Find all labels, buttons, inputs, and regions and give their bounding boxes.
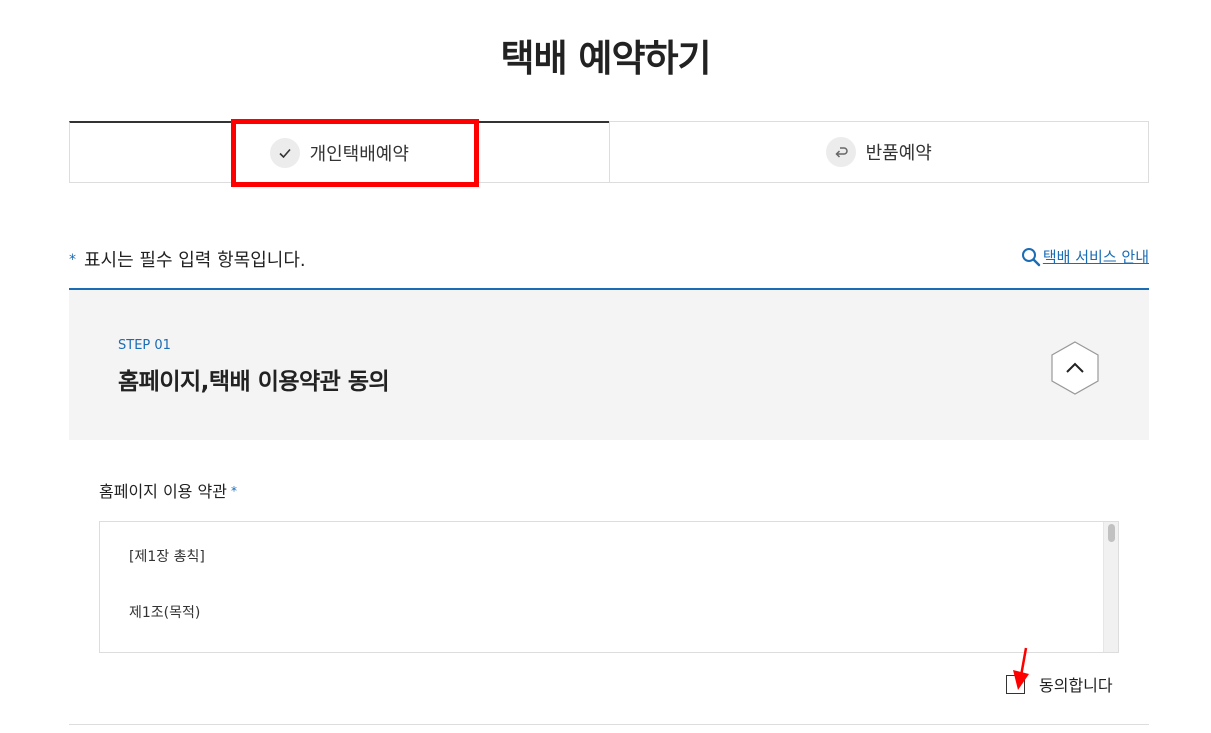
terms-article-heading: 제1조(목적)	[129, 605, 201, 621]
tab-return-label: 반품예약	[865, 143, 932, 164]
delivery-service-guide-link[interactable]: 택배 서비스 안내	[1021, 246, 1149, 267]
return-arrow-icon	[825, 137, 856, 167]
tab-personal-delivery[interactable]: 개인택배예약	[69, 121, 609, 183]
step-panel: STEP 01 홈페이지,택배 이용약관 동의	[69, 288, 1149, 440]
section-divider	[69, 724, 1149, 725]
terms-textarea[interactable]: [제1장 총칙] 제1조(목적)	[99, 521, 1119, 653]
required-star: *	[69, 252, 76, 268]
step-title: 홈페이지,택배 이용약관 동의	[118, 369, 390, 395]
homepage-terms-label-text: 홈페이지 이용 약관	[99, 482, 227, 501]
search-icon	[1021, 247, 1041, 266]
reservation-tabs: 개인택배예약 반품예약	[69, 121, 1149, 183]
required-star: *	[230, 484, 237, 498]
chevron-up-icon	[1051, 341, 1099, 395]
tab-personal-delivery-label: 개인택배예약	[309, 143, 409, 165]
step-label: STEP 01	[118, 338, 171, 353]
delivery-service-guide-label: 택배 서비스 안내	[1042, 248, 1149, 266]
required-notice: * 표시는 필수 입력 항목입니다.	[69, 246, 306, 272]
terms-chapter-heading: [제1장 총칙]	[129, 549, 205, 565]
terms-scrollbar[interactable]	[1103, 522, 1118, 652]
check-icon	[269, 137, 300, 168]
collapse-button[interactable]	[1049, 340, 1101, 396]
homepage-terms-label: 홈페이지 이용 약관 *	[99, 478, 237, 502]
required-notice-text: 표시는 필수 입력 항목입니다.	[84, 250, 306, 271]
agree-checkbox-group[interactable]: 동의합니다	[1006, 672, 1113, 696]
scrollbar-thumb[interactable]	[1108, 524, 1115, 542]
agree-label: 동의합니다	[1039, 676, 1113, 695]
page-title: 택배 예약하기	[500, 37, 711, 80]
tab-return[interactable]: 반품예약	[608, 121, 1149, 183]
agree-checkbox[interactable]	[1006, 674, 1025, 694]
